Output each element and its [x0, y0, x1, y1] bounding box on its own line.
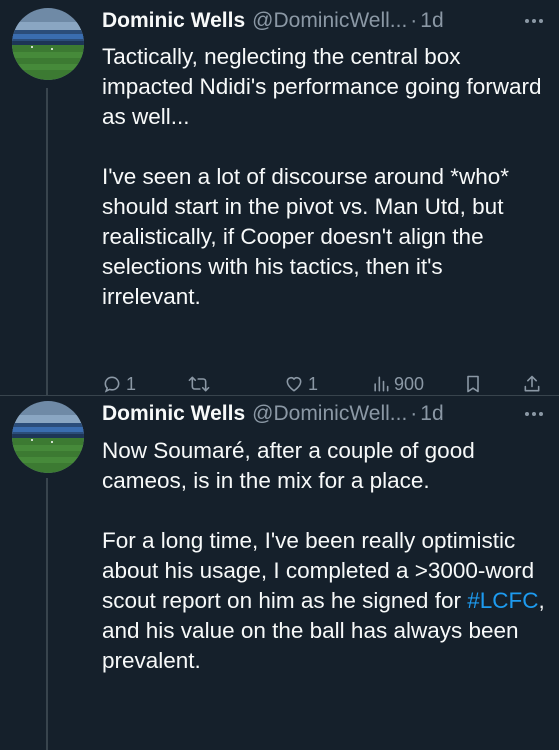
- separator: ·: [410, 9, 418, 32]
- views-button[interactable]: 900: [372, 374, 424, 395]
- views-icon: [374, 376, 389, 392]
- more-icon[interactable]: [519, 408, 549, 420]
- tweet-actions: 1 1 900: [102, 370, 547, 398]
- retweet-icon: [188, 376, 210, 392]
- share-button[interactable]: [522, 374, 542, 394]
- thread-connector: [46, 88, 48, 395]
- author-name[interactable]: Dominic Wells: [102, 9, 245, 33]
- reply-button[interactable]: 1: [102, 374, 136, 395]
- share-icon: [524, 375, 540, 392]
- thread-connector: [46, 478, 48, 750]
- author-name[interactable]: Dominic Wells: [102, 402, 245, 426]
- separator: ·: [410, 402, 418, 425]
- tweet-text: Tactically, neglecting the central box i…: [102, 42, 545, 312]
- reply-count: 1: [126, 373, 137, 394]
- bookmark-button[interactable]: [464, 374, 482, 394]
- reply-icon: [104, 376, 120, 393]
- tweet-text: Now Soumaré, after a couple of good came…: [102, 436, 545, 676]
- like-button[interactable]: 1: [284, 374, 318, 395]
- view-count: 900: [394, 373, 425, 394]
- hashtag-link[interactable]: #LCFC: [467, 588, 538, 613]
- tweet-paragraph: Tactically, neglecting the central box i…: [102, 44, 542, 129]
- author-handle[interactable]: @DominicWell...: [252, 9, 407, 33]
- tweet-paragraph: For a long time, I've been really optimi…: [102, 526, 545, 676]
- timestamp[interactable]: 1d: [420, 9, 443, 33]
- tweet-paragraph: I've seen a lot of discourse around *who…: [102, 164, 510, 309]
- avatar-image: [12, 401, 84, 473]
- retweet-button[interactable]: [188, 374, 214, 394]
- like-count: 1: [308, 373, 319, 394]
- avatar[interactable]: [12, 8, 84, 80]
- like-icon: [286, 376, 302, 392]
- avatar-image: [12, 8, 84, 80]
- tweet-header: Dominic Wells @DominicWell... · 1d: [102, 399, 549, 429]
- timeline-feed: Dominic Wells @DominicWell... · 1d Tacti…: [0, 0, 559, 750]
- author-handle[interactable]: @DominicWell...: [252, 402, 407, 426]
- avatar[interactable]: [12, 401, 84, 473]
- tweet-paragraph: Now Soumaré, after a couple of good came…: [102, 438, 475, 493]
- more-icon[interactable]: [519, 15, 549, 27]
- tweet[interactable]: Dominic Wells @DominicWell... · 1d Tacti…: [0, 0, 559, 395]
- timestamp[interactable]: 1d: [420, 402, 443, 426]
- bookmark-icon: [467, 375, 479, 393]
- tweet-header: Dominic Wells @DominicWell... · 1d: [102, 6, 549, 36]
